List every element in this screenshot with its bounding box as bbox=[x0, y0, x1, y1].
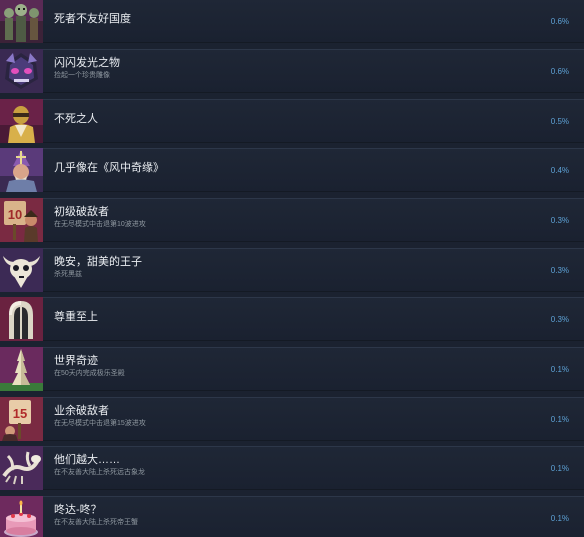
achievement-row: 死者不友好国度 0.6% bbox=[0, 0, 584, 43]
tower-icon bbox=[0, 347, 43, 391]
achievement-description: 在无尽模式中击退第10波进攻 bbox=[54, 221, 146, 228]
achievement-title: 不死之人 bbox=[54, 113, 98, 125]
svg-text:15: 15 bbox=[13, 406, 27, 421]
achievement-row: 10 初级破敌者 在无尽模式中击退第10波进攻 0.3% bbox=[0, 198, 584, 242]
achievement-description: 在50天内完成极乐圣殿 bbox=[54, 370, 125, 377]
achievement-title: 业余破敌者 bbox=[54, 405, 109, 417]
achievement-title: 他们越大…… bbox=[54, 454, 120, 466]
demon-idol-icon bbox=[0, 49, 43, 93]
unlock-percentage: 0.1% bbox=[550, 464, 569, 473]
achievement-row: 闪闪发光之物 捡起一个珍贵雕像 0.6% bbox=[0, 49, 584, 93]
achievement-row: 晚安，甜美的王子 杀死黑兹 0.3% bbox=[0, 248, 584, 292]
achievement-description: 在无尽模式中击退第15波进攻 bbox=[54, 420, 146, 427]
golden-warrior-icon bbox=[0, 99, 43, 143]
unlock-percentage: 0.5% bbox=[550, 117, 569, 126]
achievement-description: 杀死黑兹 bbox=[54, 271, 82, 278]
achievement-row: 几乎像在《风中奇缘》 0.4% bbox=[0, 148, 584, 192]
achievement-title: 尊重至上 bbox=[54, 311, 98, 323]
sign-15-icon: 15 bbox=[0, 397, 43, 441]
achievement-list: 死者不友好国度 0.6% 闪闪发光之物 捡起一个珍贵雕像 0.6% 不死之人 0… bbox=[0, 0, 584, 537]
achievement-title: 晚安，甜美的王子 bbox=[54, 256, 142, 268]
achievement-row: 咚达-咚？ 在不友善大陆上杀死帝王蟹 0.1% bbox=[0, 496, 584, 537]
achievement-title: 死者不友好国度 bbox=[54, 13, 131, 25]
bone-dragon-icon bbox=[0, 446, 43, 490]
knight-helmet-icon bbox=[0, 297, 43, 341]
achievement-description: 捡起一个珍贵雕像 bbox=[54, 72, 110, 79]
unlock-percentage: 0.3% bbox=[550, 216, 569, 225]
achievement-row: 世界奇迹 在50天内完成极乐圣殿 0.1% bbox=[0, 347, 584, 391]
achievement-row: 他们越大…… 在不友善大陆上杀死远古象龙 0.1% bbox=[0, 446, 584, 490]
bishop-icon bbox=[0, 148, 43, 192]
unlock-percentage: 0.6% bbox=[550, 17, 569, 26]
achievement-title: 世界奇迹 bbox=[54, 355, 98, 367]
unlock-percentage: 0.1% bbox=[550, 415, 569, 424]
achievement-title: 闪闪发光之物 bbox=[54, 57, 120, 69]
unlock-percentage: 0.6% bbox=[550, 67, 569, 76]
unlock-percentage: 0.4% bbox=[550, 166, 569, 175]
achievement-row: 尊重至上 0.3% bbox=[0, 297, 584, 341]
achievement-row: 不死之人 0.5% bbox=[0, 99, 584, 143]
horned-skull-icon bbox=[0, 248, 43, 292]
zombies-icon bbox=[0, 0, 43, 43]
achievement-title: 初级破敌者 bbox=[54, 206, 109, 218]
achievement-row: 15 业余破敌者 在无尽模式中击退第15波进攻 0.1% bbox=[0, 397, 584, 441]
unlock-percentage: 0.3% bbox=[550, 315, 569, 324]
svg-text:10: 10 bbox=[8, 207, 22, 222]
achievement-title: 咚达-咚？ bbox=[54, 504, 102, 516]
cake-icon bbox=[0, 496, 43, 537]
unlock-percentage: 0.1% bbox=[550, 514, 569, 523]
unlock-percentage: 0.1% bbox=[550, 365, 569, 374]
sign-10-icon: 10 bbox=[0, 198, 43, 242]
achievement-title: 几乎像在《风中奇缘》 bbox=[54, 162, 164, 174]
achievement-description: 在不友善大陆上杀死远古象龙 bbox=[54, 469, 145, 476]
unlock-percentage: 0.3% bbox=[550, 266, 569, 275]
achievement-description: 在不友善大陆上杀死帝王蟹 bbox=[54, 519, 138, 526]
